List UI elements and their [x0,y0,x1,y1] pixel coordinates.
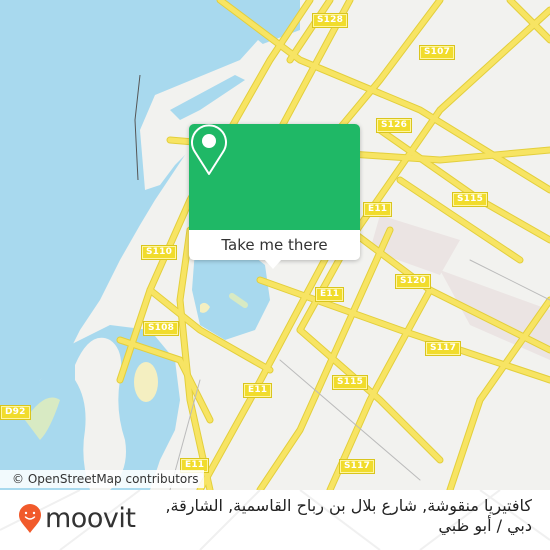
road-shield-s120: S120 [394,274,432,289]
road-shield-s115: S115 [451,192,489,207]
road-shield-s107: S107 [418,45,456,60]
road-shield-e11: E11 [314,287,345,302]
map-attribution[interactable]: © OpenStreetMap contributors [0,470,205,488]
road-shield-d92: D92 [0,405,31,420]
place-name: كافتيريا منقوشة, شارع بلال بن رباح القاس… [165,496,532,535]
take-me-there-button[interactable]: Take me there [189,230,360,260]
moovit-wordmark: moovit [45,503,136,534]
map-pin-icon [191,124,227,175]
road-shield-e11: E11 [362,202,393,217]
popup-pointer [264,259,282,269]
popup-header [189,124,360,230]
road-shield-s126: S126 [375,118,413,133]
road-shield-s110: S110 [140,245,178,260]
road-shield-s108: S108 [142,321,180,336]
road-shield-s117: S117 [424,341,462,356]
map-view[interactable]: S128 S107 S126 S115 E11 S120 S110 S108 S… [0,0,550,490]
road-shield-s117: S117 [338,459,376,474]
road-shield-s128: S128 [311,13,349,28]
location-popup: Take me there [189,124,360,269]
road-shield-e11: E11 [242,383,273,398]
moovit-logo[interactable]: moovit [18,503,136,534]
road-shield-s115: S115 [331,375,369,390]
moovit-pin-icon [19,504,41,533]
